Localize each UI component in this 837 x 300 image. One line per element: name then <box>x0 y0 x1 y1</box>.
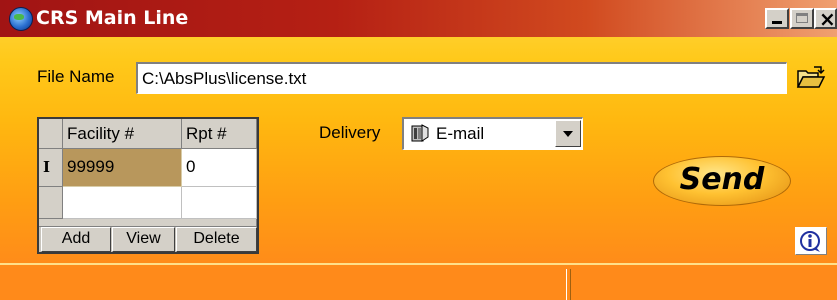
globe-icon[interactable] <box>9 7 33 31</box>
row-marker[interactable] <box>39 187 63 219</box>
delete-button[interactable]: Delete <box>176 227 257 252</box>
column-header-rpt[interactable]: Rpt # <box>182 119 257 149</box>
add-button[interactable]: Add <box>41 227 111 252</box>
chevron-down-icon[interactable] <box>555 120 581 147</box>
facility-cell[interactable]: 99999 <box>63 149 182 187</box>
minimize-button[interactable] <box>765 8 789 29</box>
column-header-facility[interactable]: Facility # <box>63 119 182 149</box>
status-panel-right <box>570 269 837 300</box>
delivery-selected-value: E-mail <box>436 124 485 143</box>
facility-cell[interactable] <box>63 187 182 219</box>
rpt-cell[interactable]: 0 <box>182 149 257 187</box>
send-button-label: Send <box>679 162 765 197</box>
title-bar[interactable]: CRS Main Line <box>0 0 837 37</box>
open-folder-icon[interactable] <box>796 65 826 91</box>
file-name-label: File Name <box>37 67 115 86</box>
delivery-label: Delivery <box>319 123 381 142</box>
info-button[interactable] <box>795 227 827 255</box>
grid-empty-area <box>39 219 257 227</box>
send-button[interactable]: Send <box>653 156 791 206</box>
status-panel-left <box>22 269 567 300</box>
grid-corner-cell <box>39 119 63 149</box>
crs-main-window: CRS Main Line File Name Facility # Rpt #… <box>0 0 837 300</box>
rpt-cell[interactable] <box>182 187 257 219</box>
info-icon <box>800 231 820 252</box>
delivery-select[interactable]: E-mail <box>402 117 583 150</box>
facility-grid: Facility # Rpt # I 99999 0 Add View Dele… <box>37 117 259 254</box>
window-title: CRS Main Line <box>36 7 189 29</box>
status-bar <box>0 263 837 300</box>
maximize-button[interactable] <box>790 8 814 29</box>
close-button[interactable] <box>814 7 837 31</box>
row-marker[interactable]: I <box>39 149 63 187</box>
file-name-input[interactable] <box>136 62 787 94</box>
view-button[interactable]: View <box>112 227 175 252</box>
mail-device-icon <box>411 124 429 142</box>
